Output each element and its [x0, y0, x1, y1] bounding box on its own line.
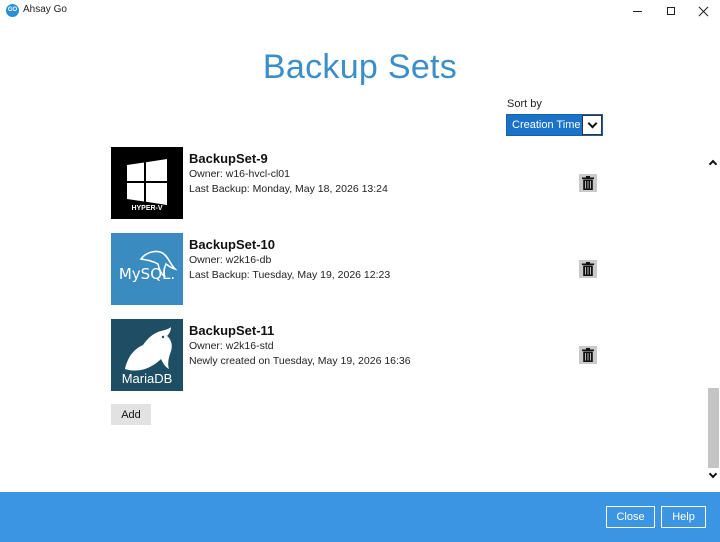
delete-backup-set-button[interactable] [579, 260, 597, 278]
delete-backup-set-button[interactable] [579, 174, 597, 192]
backup-set-status: Last Backup: Monday, May 18, 2026 13:24 [189, 183, 388, 195]
scroll-up-button[interactable] [707, 156, 719, 169]
backup-set-owner: Owner: w2k16-db [189, 254, 272, 266]
backup-set-owner: Owner: w16-hvcl-cl01 [189, 168, 290, 180]
backup-set-status: Last Backup: Tuesday, May 19, 2026 12:23 [189, 269, 391, 281]
close-button[interactable]: Close [606, 506, 655, 528]
mysql-icon: MySQL. [111, 233, 183, 305]
close-icon [698, 6, 709, 17]
hyper-v-caption: HYPER-V [131, 205, 163, 212]
help-button[interactable]: Help [661, 506, 706, 528]
backup-set-name[interactable]: BackupSet-11 [189, 323, 274, 338]
sort-by-selected-value: Creation Time [512, 119, 581, 131]
minimize-icon [632, 10, 642, 12]
backup-set-item[interactable]: HYPER-V BackupSet-9 Owner: w16-hvcl-cl01… [111, 147, 611, 219]
delete-backup-set-button[interactable] [579, 346, 597, 364]
add-backup-set-button[interactable]: Add [111, 404, 151, 425]
maximize-button[interactable] [654, 0, 688, 22]
backup-set-name[interactable]: BackupSet-10 [189, 237, 275, 252]
backup-set-item[interactable]: MySQL. BackupSet-10 Owner: w2k16-db Last… [111, 233, 611, 305]
page-title: Backup Sets [262, 48, 458, 86]
maximize-icon [667, 7, 675, 15]
minimize-button[interactable] [620, 0, 654, 22]
trash-icon [582, 176, 594, 190]
sort-by-label: Sort by [507, 98, 542, 110]
trash-icon [582, 262, 594, 276]
window-close-button[interactable] [686, 0, 720, 22]
chevron-down-icon [587, 118, 597, 128]
chevron-up-icon [708, 159, 718, 169]
mysql-caption: MySQL. [118, 265, 176, 283]
title-bar: GO Ahsay Go [0, 0, 720, 22]
footer-bar: Close Help [0, 492, 720, 542]
scrollbar-thumb[interactable] [708, 388, 719, 468]
mariadb-caption: MariaDB [121, 371, 173, 386]
scroll-down-button[interactable] [707, 469, 719, 482]
backup-set-name[interactable]: BackupSet-9 [189, 151, 268, 166]
hyper-v-icon: HYPER-V [111, 147, 183, 219]
backup-set-status: Newly created on Tuesday, May 19, 2026 1… [189, 355, 411, 367]
dropdown-toggle-button[interactable] [582, 115, 602, 135]
mariadb-icon: MariaDB [111, 319, 183, 391]
chevron-down-icon [708, 469, 718, 479]
ahsay-go-logo-icon: GO [6, 4, 19, 17]
backup-set-item[interactable]: MariaDB BackupSet-11 Owner: w2k16-std Ne… [111, 319, 611, 391]
trash-icon [582, 348, 594, 362]
window-title: Ahsay Go [23, 4, 67, 15]
sort-by-dropdown[interactable]: Creation Time [506, 114, 603, 136]
backup-set-owner: Owner: w2k16-std [189, 340, 274, 352]
